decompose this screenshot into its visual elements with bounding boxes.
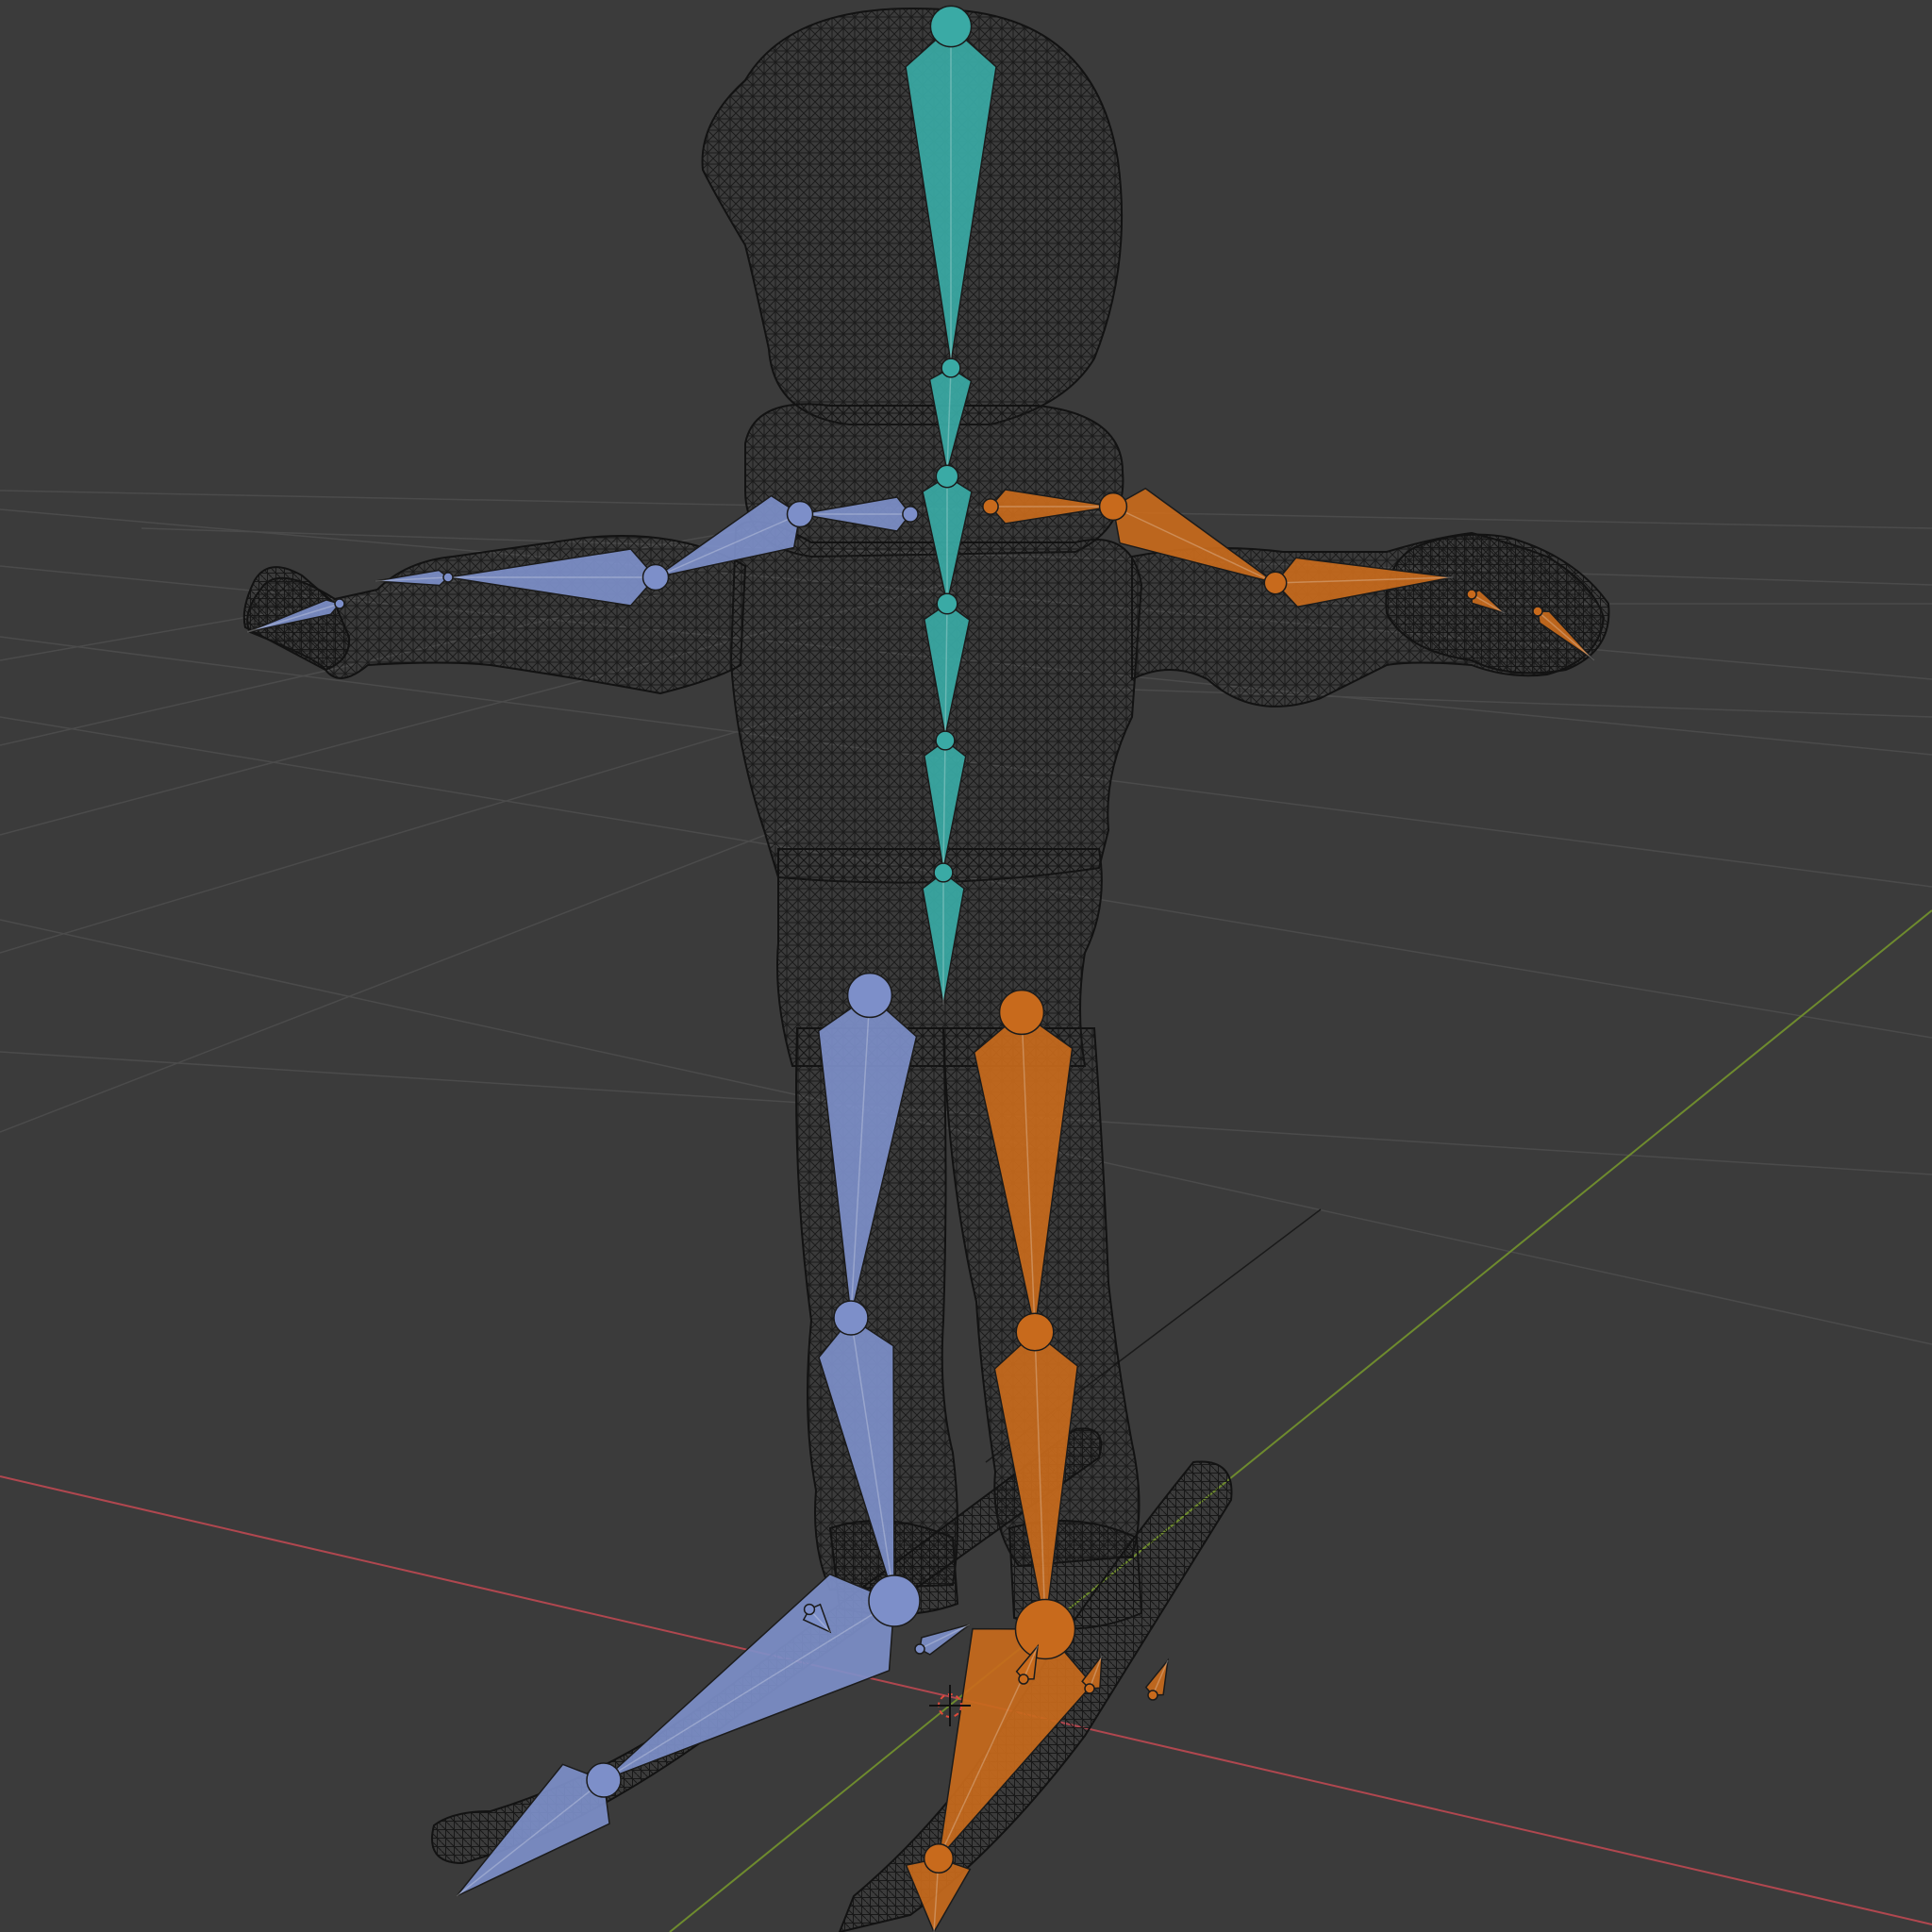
bone-hips-joint[interactable]	[933, 862, 954, 883]
bone-left-toe-joint[interactable]	[586, 1762, 622, 1798]
bone-left-tip-body	[919, 1624, 971, 1656]
bone-right-tip-body	[1144, 1657, 1170, 1696]
bone-head-joint[interactable]	[929, 5, 973, 48]
bone-left-finger-joint[interactable]	[334, 598, 345, 609]
bone-left-shoulder-joint[interactable]	[902, 506, 919, 523]
bone-left-foot-joint[interactable]	[868, 1574, 921, 1627]
bone-left-forearm-joint[interactable]	[641, 563, 670, 591]
bone-right-tip-joint[interactable]	[1147, 1690, 1158, 1701]
bone-spine-1-joint[interactable]	[935, 730, 956, 751]
bone-left-thigh-joint[interactable]	[846, 972, 893, 1019]
bone-left-tip-joint[interactable]	[914, 1643, 925, 1655]
bone-right-shoulder-joint[interactable]	[982, 498, 999, 515]
bone-left-upper-arm-joint[interactable]	[786, 500, 814, 528]
bone-right-heel-2-joint[interactable]	[1084, 1683, 1095, 1694]
viewport-scene[interactable]	[0, 0, 1932, 1932]
bone-chest-joint[interactable]	[935, 464, 959, 489]
bone-right-thigh-joint[interactable]	[998, 989, 1045, 1036]
bone-neck-joint[interactable]	[941, 358, 961, 378]
bone-left-heel-joint[interactable]	[803, 1603, 816, 1616]
bone-left-shin-joint[interactable]	[833, 1300, 869, 1336]
bone-right-shin-joint[interactable]	[1015, 1312, 1055, 1352]
bone-left-hand-joint[interactable]	[442, 572, 454, 583]
bone-left-foot-body	[603, 1573, 895, 1781]
bone-right-foot-joint[interactable]	[1014, 1598, 1076, 1660]
bone-left-foot[interactable]	[603, 1573, 921, 1781]
bone-right-forearm-joint[interactable]	[1263, 571, 1288, 595]
bone-left-foot-ridge	[603, 1600, 895, 1781]
grid-line	[0, 820, 803, 1133]
grid-line	[0, 697, 850, 954]
bone-right-upper-arm-joint[interactable]	[1098, 491, 1128, 522]
bone-right-hand-joint[interactable]	[1466, 589, 1477, 600]
bone-right-tip[interactable]	[1144, 1657, 1170, 1701]
bone-spine-2-joint[interactable]	[936, 592, 958, 615]
bone-right-heel-1-joint[interactable]	[1018, 1674, 1029, 1685]
3d-viewport[interactable]	[0, 0, 1932, 1932]
bone-right-toe-joint[interactable]	[923, 1842, 955, 1874]
bone-right-finger-joint[interactable]	[1532, 606, 1543, 617]
bone-left-tip[interactable]	[914, 1624, 971, 1656]
